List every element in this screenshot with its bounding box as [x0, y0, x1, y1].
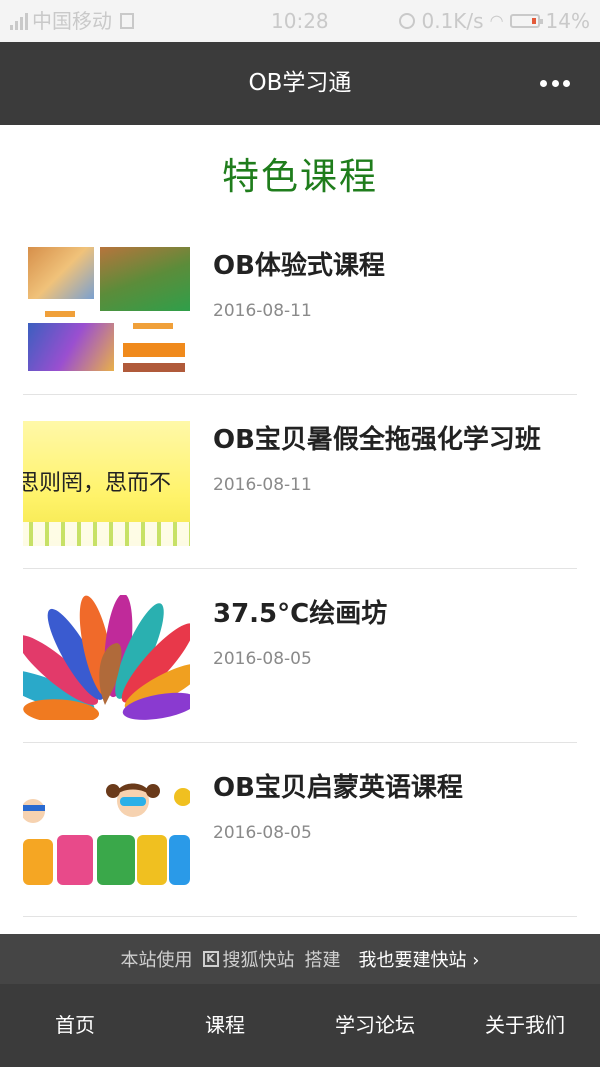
status-left: 中国移动 [10, 0, 134, 42]
section-title: 特色课程 [222, 155, 378, 198]
build-site-link[interactable]: 我也要建快站 › [359, 946, 480, 972]
app-title: OB学习通 [248, 70, 352, 96]
course-title: OB体验式课程 [213, 251, 385, 281]
more-dots-icon[interactable] [540, 73, 570, 93]
signal-icon [10, 12, 28, 30]
wifi-icon: ◠ [489, 11, 504, 30]
course-title: OB宝贝暑假全拖强化学习班 [213, 425, 541, 455]
status-time: 10:28 [271, 9, 329, 33]
network-speed: 0.1K/s [421, 9, 484, 33]
course-item[interactable]: 37.5°C绘画坊 2016-08-05 [23, 569, 577, 743]
course-item[interactable]: 思则罔，思而不 OB宝贝暑假全拖强化学习班 2016-08-11 [23, 395, 577, 569]
course-thumbnail [23, 247, 190, 372]
course-date: 2016-08-05 [213, 823, 312, 843]
alarm-icon [399, 13, 416, 29]
powered-by-suffix: 搭建 [304, 950, 341, 971]
thumbnail-text: 思则罔，思而不 [23, 471, 172, 496]
course-title: OB宝贝启蒙英语课程 [213, 773, 463, 803]
course-date: 2016-08-11 [213, 301, 312, 321]
course-thumbnail [23, 769, 190, 894]
course-title: 37.5°C绘画坊 [213, 599, 388, 629]
nav-forum[interactable]: 学习论坛 [300, 984, 450, 1067]
status-bar: 中国移动 10:28 0.1K/s ◠ 14% [0, 0, 600, 42]
powered-by-bar: 本站使用 K 搜狐快站 搭建 我也要建快站 › [0, 934, 600, 984]
bottom-nav: 首页 课程 学习论坛 关于我们 [0, 984, 600, 1067]
battery-percent: 14% [545, 9, 590, 33]
nav-home[interactable]: 首页 [0, 984, 150, 1067]
sim-icon [120, 13, 134, 29]
course-date: 2016-08-05 [213, 649, 312, 669]
course-date: 2016-08-11 [213, 475, 312, 495]
nav-courses[interactable]: 课程 [150, 984, 300, 1067]
status-right: 0.1K/s ◠ 14% [399, 0, 590, 42]
battery-icon [509, 14, 543, 28]
course-list: OB体验式课程 2016-08-11 思则罔，思而不 OB宝贝暑假全拖强化学习班… [23, 221, 577, 917]
app-header: OB学习通 [0, 42, 600, 125]
course-item[interactable]: OB宝贝启蒙英语课程 2016-08-05 [23, 743, 577, 917]
powered-by-prefix: 本站使用 [120, 950, 193, 971]
course-thumbnail: 思则罔，思而不 [23, 421, 190, 546]
nav-about[interactable]: 关于我们 [450, 984, 600, 1067]
build-site-label: 我也要建快站 [358, 950, 467, 971]
course-thumbnail [23, 595, 190, 720]
brand-group: K 搜狐快站 [202, 946, 295, 972]
chevron-right-icon: › [472, 950, 480, 971]
course-item[interactable]: OB体验式课程 2016-08-11 [23, 221, 577, 395]
brand-label: 搜狐快站 [222, 950, 295, 971]
sohu-kuaizhan-icon: K [202, 951, 219, 967]
carrier-label: 中国移动 [32, 9, 112, 33]
